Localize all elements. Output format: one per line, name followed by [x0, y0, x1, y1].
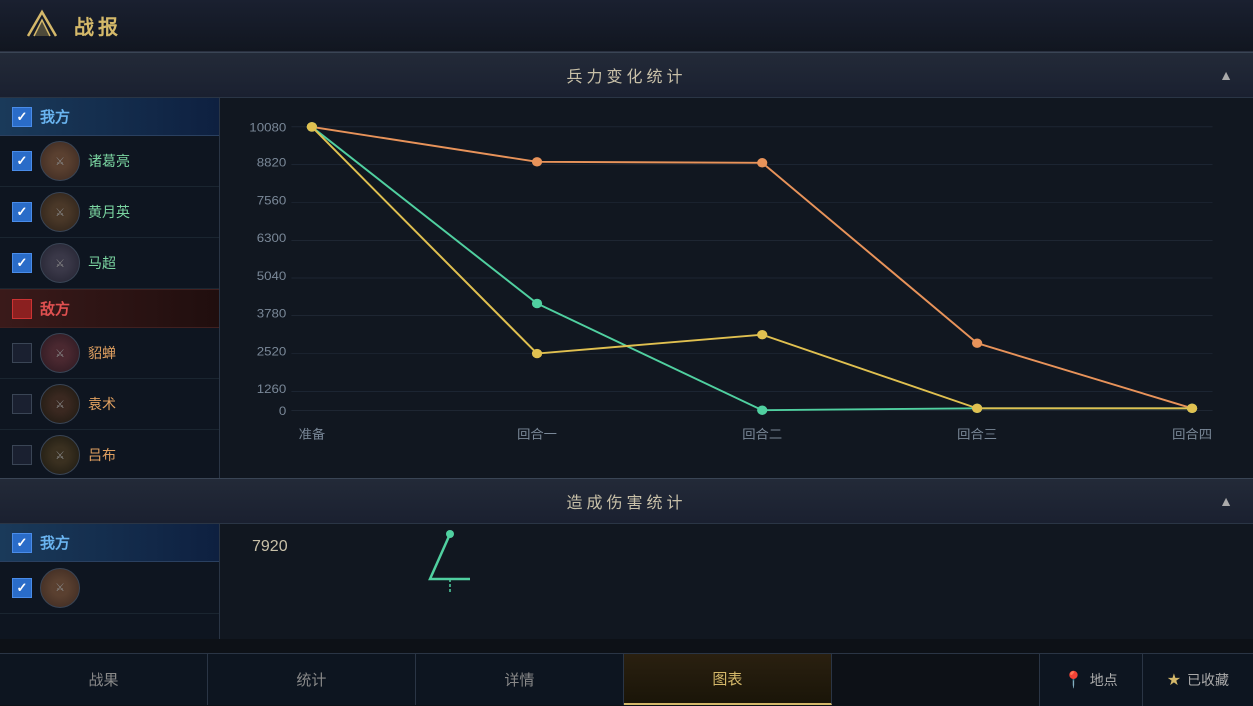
troop-line-chart: 0 1260 2520 3780 5040 6300 7560 8820 100…: [230, 108, 1233, 448]
enemy-side-checkbox[interactable]: [12, 299, 32, 319]
svg-text:5040: 5040: [257, 268, 287, 282]
svg-text:1260: 1260: [257, 382, 287, 396]
svg-text:回合四: 回合四: [1172, 427, 1212, 441]
tab-battle-result-label: 战果: [88, 669, 118, 690]
game-logo-icon: [20, 8, 64, 44]
troop-chart-area: 0 1260 2520 3780 5040 6300 7560 8820 100…: [220, 98, 1253, 478]
damage-my-side-header[interactable]: 我方: [0, 524, 219, 562]
hero-checkbox-zhuge[interactable]: [12, 151, 32, 171]
bookmark-icon: ★: [1167, 670, 1181, 690]
damage-section-header[interactable]: 造成伤害统计 ▲: [0, 478, 1253, 524]
hero-name-ma: 马超: [88, 253, 116, 273]
tab-details-label: 详情: [504, 669, 534, 690]
svg-text:回合一: 回合一: [517, 427, 557, 441]
damage-hero-checkbox[interactable]: [12, 578, 32, 598]
svg-text:回合二: 回合二: [742, 427, 782, 441]
svg-text:回合三: 回合三: [957, 427, 997, 441]
hero-name-huang: 黄月英: [88, 202, 130, 222]
hero-item-diao[interactable]: ⚔ 貂蝉: [0, 328, 219, 379]
hero-name-lv: 吕布: [88, 445, 116, 465]
hero-item-ma[interactable]: ⚔ 马超: [0, 238, 219, 289]
damage-value: 7920: [240, 532, 300, 562]
tab-chart[interactable]: 图表: [624, 654, 832, 705]
hero-item-yuan[interactable]: ⚔ 袁术: [0, 379, 219, 430]
bookmark-button[interactable]: ★ 已收藏: [1142, 654, 1253, 706]
hero-name-yuan: 袁术: [88, 394, 116, 414]
tab-chart-label: 图表: [712, 668, 742, 689]
location-icon: 📍: [1064, 670, 1084, 690]
my-side-checkbox[interactable]: [12, 107, 32, 127]
hero-item-lv[interactable]: ⚔ 吕布: [0, 430, 219, 481]
bookmark-label: 已收藏: [1187, 670, 1229, 690]
svg-text:2520: 2520: [257, 344, 287, 358]
avatar-yuan: ⚔: [40, 384, 80, 424]
hero-name-diao: 貂蝉: [88, 343, 116, 363]
damage-title: 造成伤害统计: [566, 489, 686, 513]
header: 战报: [0, 0, 1253, 52]
avatar-ma: ⚔: [40, 243, 80, 283]
troop-change-section-header[interactable]: 兵力变化统计 ▲: [0, 52, 1253, 98]
svg-text:准备: 准备: [299, 427, 326, 441]
svg-text:7560: 7560: [257, 193, 287, 207]
tab-stats-label: 统计: [296, 669, 326, 690]
damage-my-checkbox[interactable]: [12, 533, 32, 553]
enemy-side-label: 敌方: [40, 298, 70, 319]
svg-text:10080: 10080: [249, 120, 286, 134]
damage-peak-marker: [420, 529, 480, 599]
avatar-huang: ⚔: [40, 192, 80, 232]
troop-left-panel: 我方 ⚔ 诸葛亮 ⚔ 黄月英 ⚔: [0, 98, 220, 478]
damage-chart-area: 7920: [220, 524, 1253, 639]
hero-item-zhuge[interactable]: ⚔ 诸葛亮: [0, 136, 219, 187]
page-title: 战报: [74, 11, 122, 40]
tab-battle-result[interactable]: 战果: [0, 654, 208, 705]
damage-my-label: 我方: [40, 532, 70, 553]
avatar-diao: ⚔: [40, 333, 80, 373]
hero-item-huang[interactable]: ⚔ 黄月英: [0, 187, 219, 238]
tab-details[interactable]: 详情: [416, 654, 624, 705]
enemy-side-header[interactable]: 敌方: [0, 289, 219, 328]
svg-text:3780: 3780: [257, 306, 287, 320]
damage-hero-partial: ⚔: [0, 562, 219, 614]
svg-text:8820: 8820: [257, 155, 287, 169]
svg-text:6300: 6300: [257, 231, 287, 245]
hero-checkbox-lv[interactable]: [12, 445, 32, 465]
main-content: 兵力变化统计 ▲ 我方 ⚔ 诸葛亮 ⚔: [0, 52, 1253, 653]
hero-checkbox-huang[interactable]: [12, 202, 32, 222]
my-side-header[interactable]: 我方: [0, 98, 219, 136]
hero-checkbox-ma[interactable]: [12, 253, 32, 273]
damage-left-panel: 我方 ⚔: [0, 524, 220, 639]
avatar-lv: ⚔: [40, 435, 80, 475]
location-label: 地点: [1090, 670, 1118, 690]
svg-text:0: 0: [279, 403, 286, 417]
location-button[interactable]: 📍 地点: [1039, 654, 1142, 706]
bottom-tab-bar: 战果 统计 详情 图表 📍 地点 ★ 已收藏: [0, 653, 1253, 705]
my-side-label: 我方: [40, 106, 70, 127]
damage-section-content: 我方 ⚔ 7920: [0, 524, 1253, 639]
tab-stats[interactable]: 统计: [208, 654, 416, 705]
troop-change-title: 兵力变化统计: [566, 63, 686, 87]
hero-checkbox-yuan[interactable]: [12, 394, 32, 414]
damage-collapse-icon[interactable]: ▲: [1219, 493, 1237, 509]
hero-checkbox-diao[interactable]: [12, 343, 32, 363]
damage-avatar: ⚔: [40, 568, 80, 608]
avatar-zhuge: ⚔: [40, 141, 80, 181]
troop-chart-section: 我方 ⚔ 诸葛亮 ⚔ 黄月英 ⚔: [0, 98, 1253, 478]
troop-collapse-icon[interactable]: ▲: [1219, 67, 1237, 83]
hero-name-zhuge: 诸葛亮: [88, 151, 130, 171]
